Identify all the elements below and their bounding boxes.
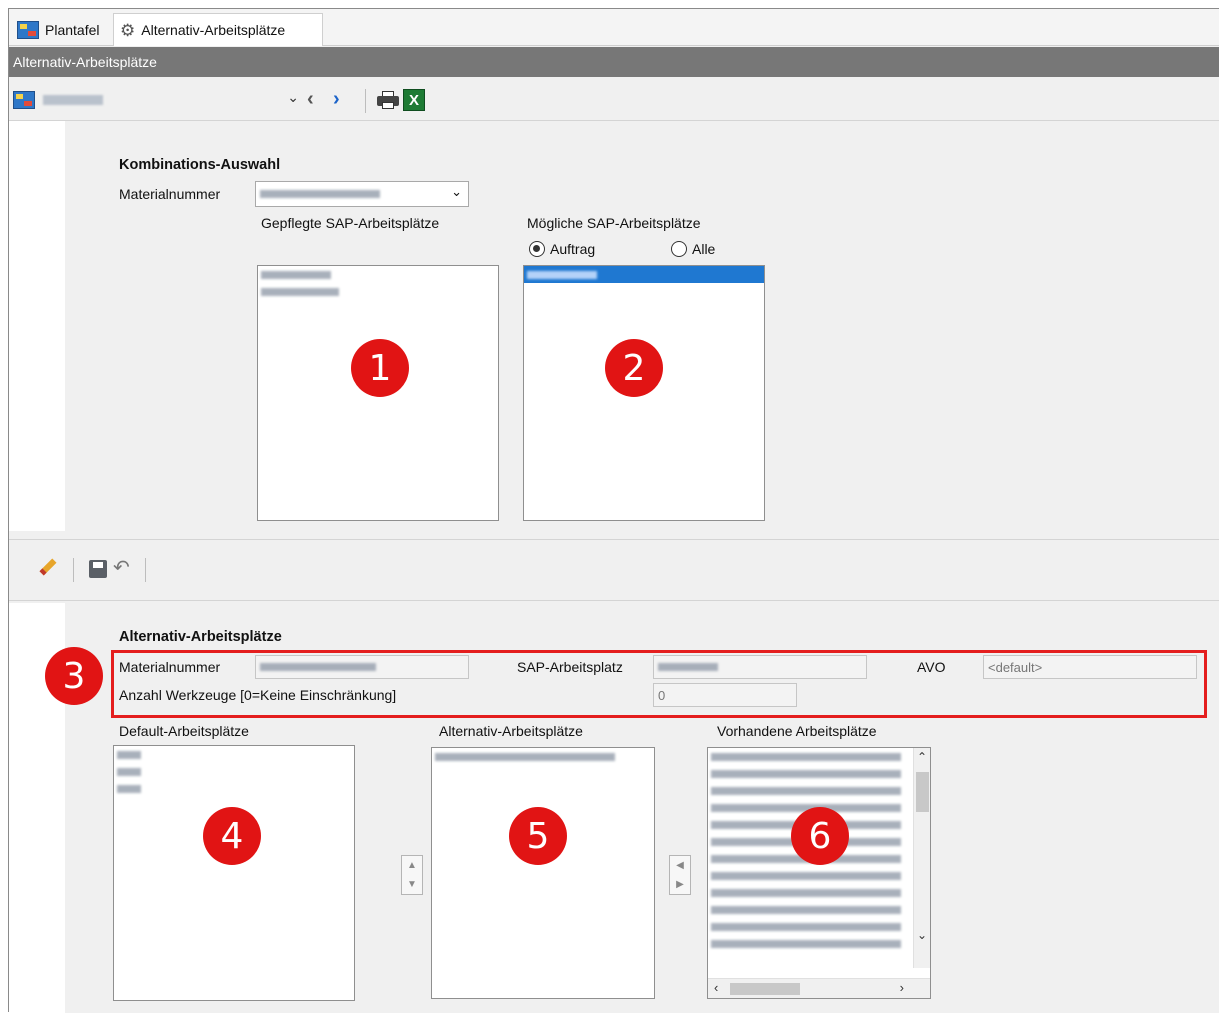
vorhandene-label: Vorhandene Arbeitsplätze (717, 723, 877, 739)
list-item-selected[interactable] (524, 266, 764, 283)
print-icon[interactable] (377, 91, 399, 109)
toolbar-separator (365, 89, 366, 113)
gepflegte-label: Gepflegte SAP-Arbeitsplätze (261, 215, 440, 231)
sap-field (653, 655, 867, 679)
list-item[interactable] (708, 765, 930, 782)
tab-alternativ-arbeitsplaetze[interactable]: ⚙ Alternativ-Arbeitsplätze (113, 13, 323, 46)
toolbar-separator (145, 558, 146, 582)
kombination-panel: Kombinations-Auswahl Materialnummer ⌄ Ge… (9, 121, 1219, 531)
kombination-heading: Kombinations-Auswahl (119, 157, 281, 173)
reorder-buttons[interactable]: ▲ ▼ (401, 855, 423, 895)
vertical-scrollbar[interactable]: ⌃ ⌄ (913, 748, 930, 968)
gear-icon: ⚙ (120, 20, 136, 40)
chevron-down-icon[interactable]: ⌄ (917, 928, 927, 942)
list-item[interactable] (258, 266, 498, 283)
planning-board-icon (13, 91, 35, 109)
callout-badge-5: 5 (509, 807, 567, 865)
excel-export-icon[interactable]: X (403, 89, 425, 111)
radio-alle[interactable]: Alle (671, 241, 715, 257)
chevron-down-icon[interactable]: ⌄ (287, 89, 299, 106)
list-item[interactable] (114, 780, 354, 797)
horizontal-scrollbar[interactable]: ‹ › (708, 978, 930, 998)
material-field (255, 655, 469, 679)
moegliche-label: Mögliche SAP-Arbeitsplätze (527, 215, 701, 231)
alternativ-list-label: Alternativ-Arbeitsplätze (439, 723, 583, 739)
undo-icon[interactable]: ↶ (113, 555, 130, 580)
radio-dot (671, 241, 687, 257)
anzahl-label: Anzahl Werkzeuge [0=Keine Einschränkung] (119, 687, 397, 703)
avo-value: <default> (988, 659, 1043, 675)
move-up-icon[interactable]: ▲ (407, 860, 417, 871)
move-left-icon[interactable]: ◀ (676, 860, 684, 871)
callout-badge-1: 1 (351, 339, 409, 397)
toolbar-separator (73, 558, 74, 582)
default-label: Default-Arbeitsplätze (119, 723, 249, 739)
previous-icon[interactable]: ‹ (307, 87, 314, 111)
panel-margin (9, 121, 65, 531)
radio-auftrag[interactable]: Auftrag (529, 241, 595, 257)
list-item[interactable] (258, 283, 498, 300)
list-item[interactable] (114, 763, 354, 780)
tab-label: Plantafel (45, 21, 100, 38)
vorhandene-listbox[interactable]: ⌃ ⌄ ‹ › (707, 747, 931, 999)
window-title: Alternativ-Arbeitsplätze (13, 54, 157, 70)
avo-field: <default> (983, 655, 1197, 679)
view-selector-value (43, 95, 103, 105)
save-icon[interactable] (89, 560, 107, 578)
list-item[interactable] (708, 782, 930, 799)
alternativ-heading: Alternativ-Arbeitsplätze (119, 629, 282, 645)
material-label: Materialnummer (119, 659, 221, 675)
radio-alle-label: Alle (692, 241, 716, 257)
planning-board-icon (17, 20, 39, 39)
list-item[interactable] (708, 867, 930, 884)
scrollbar-thumb[interactable] (730, 983, 800, 995)
window-title-bar: Alternativ-Arbeitsplätze (9, 47, 1219, 77)
sap-value (658, 663, 718, 671)
default-listbox[interactable] (113, 745, 355, 1001)
move-right-icon[interactable]: ▶ (676, 879, 684, 890)
list-item[interactable] (708, 935, 930, 952)
callout-badge-2: 2 (605, 339, 663, 397)
callout-badge-3: 3 (45, 647, 103, 705)
tab-plantafel[interactable]: Plantafel (11, 13, 111, 46)
list-item[interactable] (114, 746, 354, 763)
chevron-left-icon[interactable]: ‹ (714, 980, 718, 995)
next-icon[interactable]: › (333, 87, 340, 111)
avo-label: AVO (917, 659, 946, 675)
list-item[interactable] (432, 748, 654, 765)
scrollbar-thumb[interactable] (916, 772, 929, 812)
list-item[interactable] (708, 748, 930, 765)
sap-label: SAP-Arbeitsplatz (517, 659, 623, 675)
material-value (260, 663, 376, 671)
callout-badge-6: 6 (791, 807, 849, 865)
tab-label: Alternativ-Arbeitsplätze (141, 22, 286, 38)
callout-badge-4: 4 (203, 807, 261, 865)
chevron-right-icon[interactable]: › (900, 980, 904, 995)
tab-strip: Plantafel ⚙ Alternativ-Arbeitsplätze (9, 9, 1219, 46)
chevron-up-icon[interactable]: ⌃ (917, 750, 927, 764)
list-item[interactable] (708, 901, 930, 918)
edit-toolbar: ↶ (9, 539, 1219, 601)
list-item[interactable] (708, 884, 930, 901)
main-toolbar: ⌄ ‹ › X (9, 81, 1219, 121)
material-value (260, 190, 380, 198)
radio-auftrag-label: Auftrag (550, 241, 596, 257)
radio-dot-selected (529, 241, 545, 257)
move-down-icon[interactable]: ▼ (407, 879, 417, 890)
edit-pencil-icon[interactable] (39, 558, 57, 576)
chevron-down-icon[interactable]: ⌄ (451, 184, 462, 200)
alternativ-panel: Alternativ-Arbeitsplätze 3 Materialnumme… (9, 603, 1219, 1013)
material-combobox[interactable]: ⌄ (255, 181, 469, 207)
application-frame: Plantafel ⚙ Alternativ-Arbeitsplätze Alt… (8, 8, 1219, 1013)
transfer-buttons[interactable]: ◀ ▶ (669, 855, 691, 895)
material-label: Materialnummer (119, 186, 221, 202)
anzahl-field[interactable]: 0 (653, 683, 797, 707)
list-item[interactable] (708, 918, 930, 935)
view-selector[interactable]: ⌄ (13, 87, 303, 113)
anzahl-value: 0 (658, 687, 666, 703)
alternativ-listbox[interactable] (431, 747, 655, 999)
